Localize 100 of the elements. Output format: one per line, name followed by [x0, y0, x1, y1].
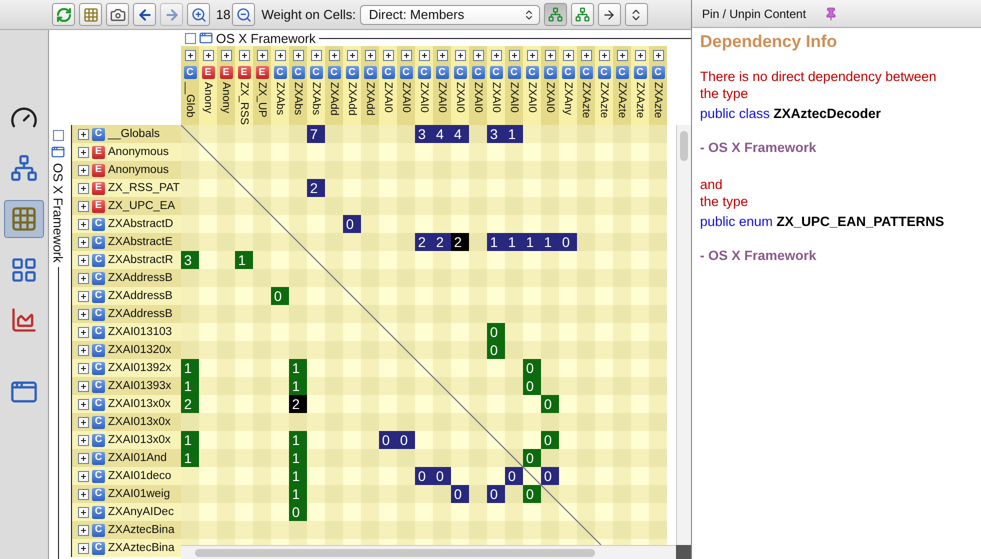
column-name: ZXAbs: [309, 82, 323, 116]
matrix-cell[interactable]: 1: [487, 233, 505, 251]
column-name: ZX_RSS: [237, 82, 251, 125]
matrix-cell[interactable]: 1: [181, 359, 199, 377]
matrix-cell[interactable]: 0: [289, 503, 307, 521]
matrix-cell[interactable]: 1: [181, 431, 199, 449]
column-name: ZXAI0: [507, 82, 521, 113]
column-name: ZX_UP: [255, 82, 269, 118]
matrix-cell[interactable]: 4: [433, 125, 451, 143]
matrix-cell[interactable]: 1: [505, 233, 523, 251]
row-name: ZXAddressB: [108, 272, 173, 284]
matrix-cell[interactable]: 1: [289, 449, 307, 467]
matrix-cell[interactable]: 0: [523, 377, 541, 395]
column-name: ZXAzte: [651, 82, 665, 118]
info-text: the type: [700, 193, 750, 210]
matrix-cell[interactable]: 0: [379, 431, 397, 449]
matrix-cell[interactable]: 1: [235, 251, 253, 269]
type-badge: C: [92, 380, 105, 392]
matrix-cell[interactable]: 0: [541, 431, 559, 449]
row-name: ZXAI01And: [108, 452, 167, 464]
row-name: ZXAI013x0x: [108, 398, 171, 410]
info-text: public class ZXAztecDecoder: [700, 105, 882, 122]
matrix-cell[interactable]: 1: [289, 467, 307, 485]
column-name: ZXAbs: [291, 82, 305, 116]
info-text: public enum ZX_UPC_EAN_PATTERNS: [700, 213, 946, 230]
column-name: ZXAI0: [543, 82, 557, 113]
matrix-cell[interactable]: 0: [415, 467, 433, 485]
row-name: ZXAI013103: [108, 326, 172, 338]
type-badge: C: [92, 362, 105, 374]
matrix-cell[interactable]: 0: [433, 467, 451, 485]
matrix-cell[interactable]: 7: [307, 125, 325, 143]
matrix-cell[interactable]: 2: [415, 233, 433, 251]
matrix-cell[interactable]: 0: [271, 287, 289, 305]
row-name: ZXAbstractD: [108, 218, 174, 230]
type-badge: C: [328, 66, 340, 80]
matrix-cell[interactable]: 3: [181, 251, 199, 269]
info-text: and: [700, 176, 724, 193]
type-badge: C: [562, 66, 574, 80]
matrix-cell[interactable]: 4: [451, 125, 469, 143]
matrix-cell[interactable]: 1: [523, 233, 541, 251]
type-badge: C: [92, 470, 105, 482]
matrix-cell[interactable]: 1: [541, 233, 559, 251]
matrix-cell[interactable]: 3: [487, 125, 505, 143]
matrix-cell[interactable]: 1: [181, 377, 199, 395]
matrix-cell[interactable]: 0: [451, 485, 469, 503]
matrix-cell[interactable]: 1: [289, 377, 307, 395]
matrix-cell[interactable]: 0: [487, 323, 505, 341]
matrix-cell[interactable]: 2: [451, 233, 469, 251]
matrix-cell[interactable]: 1: [289, 431, 307, 449]
type-badge: C: [92, 524, 105, 536]
type-badge: C: [92, 398, 105, 410]
type-badge: C: [92, 326, 105, 338]
type-badge: C: [580, 66, 592, 80]
matrix-cell[interactable]: 0: [487, 485, 505, 503]
matrix-cell[interactable]: 0: [541, 395, 559, 413]
row-name: ZXAbstractE: [108, 236, 173, 248]
matrix-cell[interactable]: 2: [181, 395, 199, 413]
group-label: OS X Framework: [216, 30, 316, 46]
column-name: ZXAI0: [471, 82, 485, 113]
matrix-cell[interactable]: 0: [487, 341, 505, 359]
type-badge: C: [92, 452, 105, 464]
matrix-cell[interactable]: 0: [343, 215, 361, 233]
weight-label: Weight on Cells:: [261, 7, 356, 22]
column-name: ZXAzte: [615, 82, 629, 118]
type-badge: E: [220, 66, 232, 80]
type-badge: C: [274, 66, 286, 80]
row-name: ZXAnyAIDec: [108, 506, 174, 518]
type-badge: C: [544, 66, 556, 80]
row-name: ZXAI01393x: [108, 380, 172, 392]
matrix-cell[interactable]: 2: [307, 179, 325, 197]
type-badge: C: [92, 128, 105, 140]
column-name: ZXAbs: [273, 82, 287, 116]
pin-label[interactable]: Pin / Unpin Content: [702, 6, 806, 20]
matrix-cell[interactable]: 0: [505, 467, 523, 485]
matrix-cell[interactable]: 1: [289, 359, 307, 377]
matrix-cell[interactable]: 0: [523, 449, 541, 467]
type-badge: C: [472, 66, 484, 80]
info-text: - OS X Framework: [700, 139, 818, 156]
matrix-cell[interactable]: 0: [559, 233, 577, 251]
matrix-cell[interactable]: 1: [181, 449, 199, 467]
type-badge: C: [454, 66, 466, 80]
matrix-cell[interactable]: 1: [505, 125, 523, 143]
row-name: Anonymous: [108, 146, 169, 158]
matrix-cell[interactable]: 2: [433, 233, 451, 251]
type-badge: C: [92, 344, 105, 356]
matrix-cell[interactable]: 1: [289, 485, 307, 503]
matrix-cell[interactable]: 0: [541, 467, 559, 485]
info-text: - OS X Framework: [700, 247, 818, 264]
row-name: ZXAI01320x: [108, 344, 172, 356]
matrix-cell[interactable]: 0: [523, 359, 541, 377]
column-name: ZXAI0: [435, 82, 449, 113]
type-badge: C: [92, 236, 105, 248]
type-badge: C: [490, 66, 502, 80]
matrix-cell[interactable]: 0: [523, 485, 541, 503]
matrix-cell[interactable]: 0: [397, 431, 415, 449]
info-text: There is no direct dependency between the type: [700, 68, 938, 102]
weight-select[interactable]: Direct: Members: [360, 4, 540, 24]
column-name: ZXAzte: [633, 82, 647, 118]
matrix-cell[interactable]: 3: [415, 125, 433, 143]
matrix-cell[interactable]: 2: [289, 395, 307, 413]
